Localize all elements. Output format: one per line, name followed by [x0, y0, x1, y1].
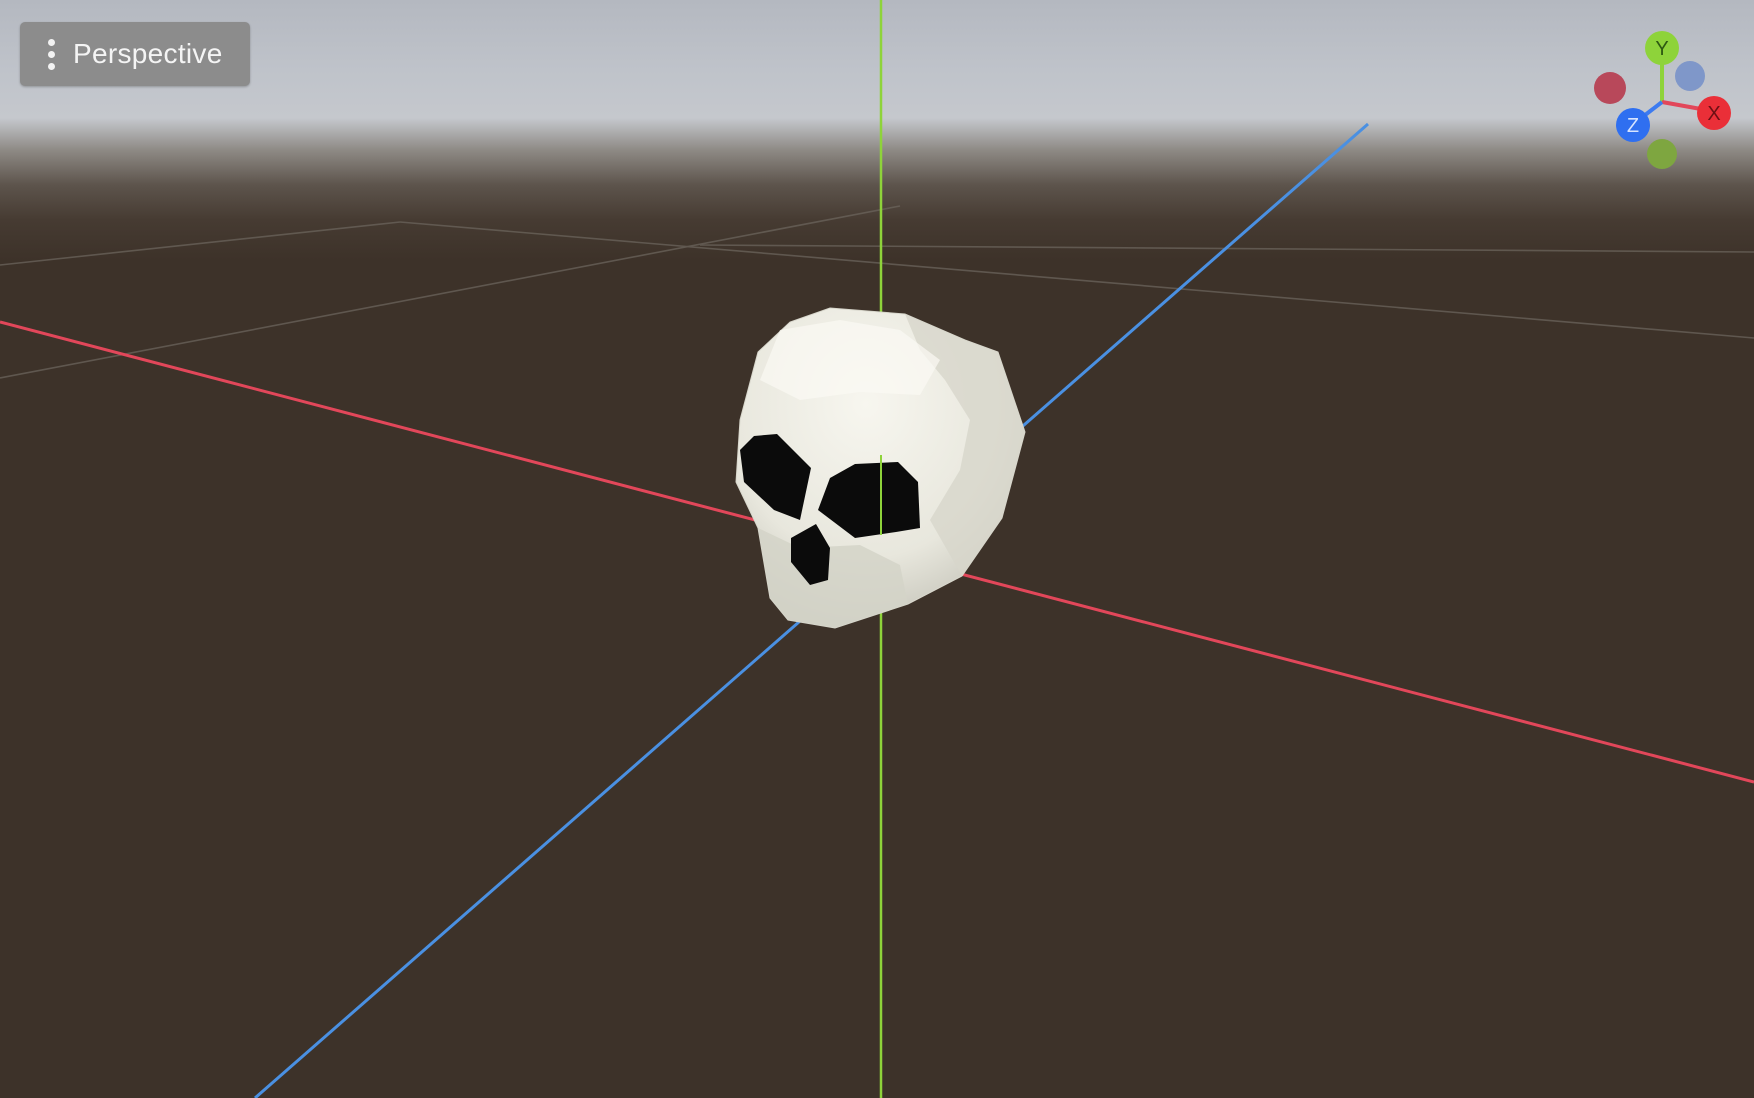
gizmo-neg-x-handle[interactable] [1594, 72, 1626, 104]
kebab-menu-icon [43, 38, 59, 70]
view-mode-label: Perspective [73, 38, 223, 69]
scene-viewport[interactable]: Perspective Y X Z [0, 0, 1754, 1098]
scene-canvas[interactable] [0, 0, 1754, 1098]
gizmo-neg-y-handle[interactable] [1647, 139, 1677, 169]
gizmo-y-label: Y [1655, 38, 1668, 60]
gizmo-x-label: X [1707, 103, 1720, 125]
gizmo-neg-z-handle[interactable] [1675, 61, 1705, 91]
view-mode-button[interactable]: Perspective [20, 22, 250, 86]
gizmo-z-label: Z [1627, 115, 1639, 137]
orientation-gizmo-icon[interactable]: Y X Z [1580, 24, 1750, 180]
